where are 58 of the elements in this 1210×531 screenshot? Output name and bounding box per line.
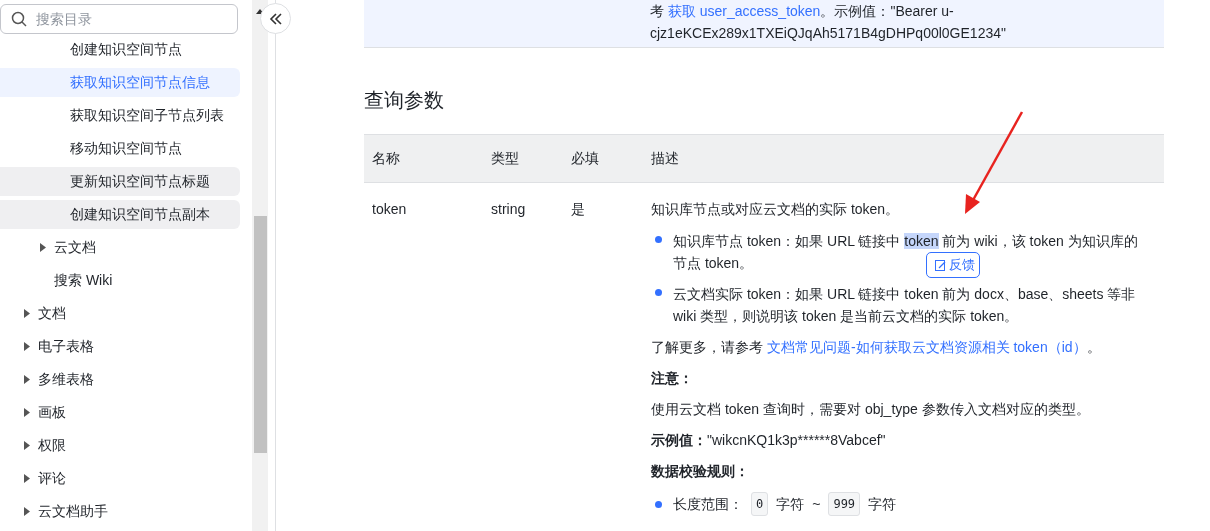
bullet-text: 云文档实际 token：如果 URL 链接中 token 前为 docx、base、sheets 等非 wiki 类型，则说明该 token 是当前云文档的实际 token。 [673, 285, 1137, 326]
sidebar-item[interactable]: 创建知识空间节点副本 [0, 200, 240, 229]
example-label: 示例值： [651, 432, 707, 448]
max-value: 999 [828, 492, 861, 516]
search-field[interactable]: 搜索目录 [0, 4, 238, 34]
rules-label: 数据校验规则： [651, 462, 750, 481]
unit-text: 字符 [868, 495, 897, 514]
range-separator: ~ [812, 495, 821, 514]
sidebar-item[interactable]: 画板 [0, 398, 240, 427]
notice-label: 注意： [651, 369, 694, 388]
edit-icon [935, 259, 946, 271]
sidebar-item[interactable]: 评论 [0, 464, 240, 493]
column-header: 名称 [371, 149, 401, 168]
parameter-note: 考 获取 user_access_token。示例值："Bearer u-cjz1eKCEx289x1TXEiQJqAh5171B4gDHPq00l0GE1234" [650, 2, 1007, 43]
search-icon [11, 11, 27, 27]
caret-icon [24, 408, 30, 417]
bullet-icon [655, 500, 662, 508]
sidebar-item[interactable]: 移动知识空间节点 [0, 134, 240, 163]
sidebar-item[interactable]: 权限 [0, 431, 240, 460]
section-title: 查询参数 [364, 88, 445, 113]
sidebar-item[interactable]: 云文档助手 [0, 497, 240, 526]
scrollbar-thumb[interactable] [253, 216, 267, 453]
sidebar-item[interactable]: 更新知识空间节点标题 [0, 167, 240, 196]
caret-icon [40, 243, 46, 252]
reference-text: 了解更多，请参考 文档常见问题-如何获取云文档资源相关 token（id）。 [651, 338, 1102, 357]
unit-text: 字符 [776, 495, 805, 514]
sidebar-item[interactable]: 获取知识空间节点信息 [0, 68, 240, 97]
sidebar-item[interactable]: 电子表格 [0, 332, 240, 361]
sidebar-item[interactable]: 搜索 Wiki [0, 266, 240, 295]
access-token-link[interactable]: 获取 user_access_token [667, 3, 821, 19]
caret-icon [24, 507, 30, 516]
table-cell-text: string [490, 200, 527, 219]
column-header: 必填 [570, 149, 600, 168]
sidebar-item[interactable]: 文档 [0, 299, 240, 328]
sidebar-item[interactable]: 创建知识空间节点 [0, 35, 240, 64]
min-value: 0 [751, 492, 769, 516]
example-value: "wikcnKQ1k3p******8Vabcef" [707, 432, 886, 448]
notice-text: 使用云文档 token 查询时，需要对 obj_type 参数传入文档对应的类型。 [651, 400, 1091, 419]
caret-icon [24, 474, 30, 483]
caret-icon [24, 441, 30, 450]
bullet-icon [655, 236, 662, 243]
caret-icon [24, 309, 30, 318]
faq-link[interactable]: 文档常见问题-如何获取云文档资源相关 token（id） [766, 339, 1087, 355]
rule-label: 长度范围： [673, 495, 743, 514]
table-cell-text: token [371, 200, 408, 219]
sidebar-item[interactable]: 获取知识空间子节点列表 [0, 101, 240, 130]
caret-icon [24, 375, 30, 384]
scrollbar[interactable] [252, 0, 268, 531]
sidebar-item[interactable]: 云文档 [0, 233, 240, 262]
caret-icon [24, 342, 30, 351]
table-cell-text: 是 [570, 200, 586, 219]
column-header: 类型 [490, 149, 520, 168]
feedback-button[interactable]: 反馈 [926, 252, 980, 278]
sidebar-item[interactable]: 多维表格 [0, 365, 240, 394]
description-text: 知识库节点或对应云文档的实际 token。 [651, 200, 901, 219]
bullet-icon [655, 289, 662, 296]
column-header: 描述 [650, 149, 680, 168]
chevrons-left-icon [268, 12, 283, 25]
